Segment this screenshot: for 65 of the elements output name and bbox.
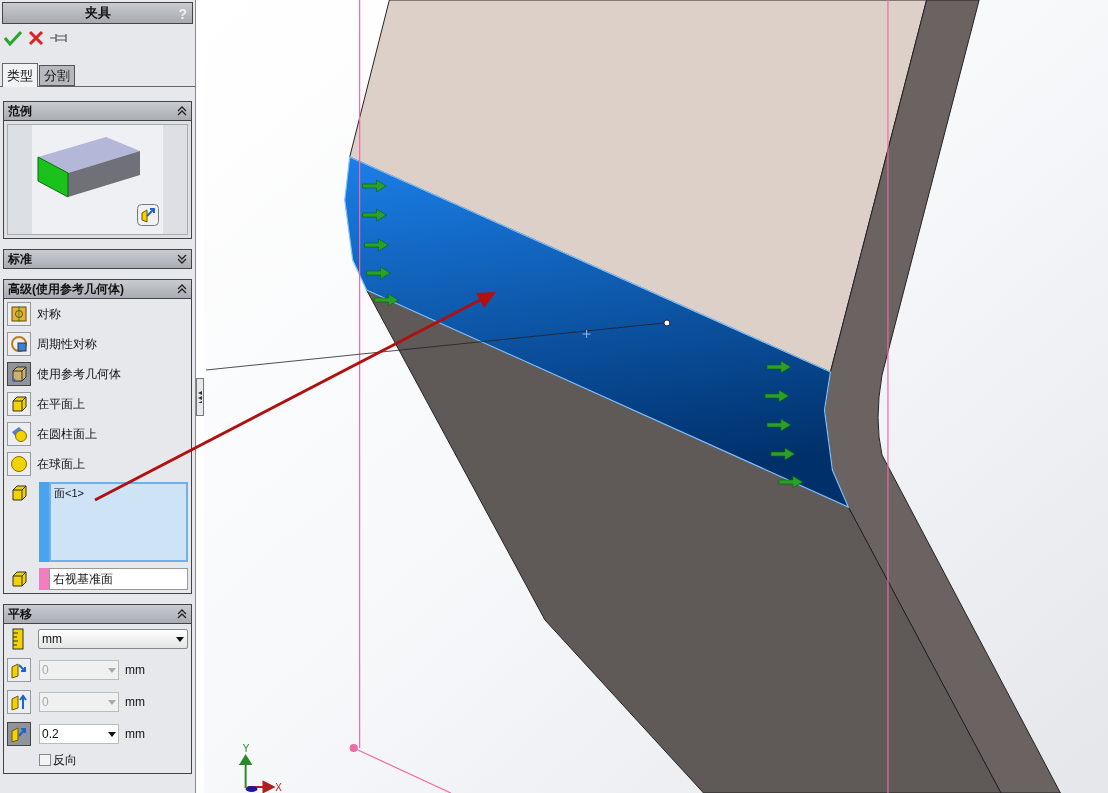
tab[interactable]: 分割 <box>39 65 75 86</box>
direction-toggle[interactable] <box>7 722 31 746</box>
dropdown-arrow-icon <box>108 731 116 737</box>
reference-plane-icon <box>10 570 28 588</box>
panel-collapse-handle[interactable] <box>196 377 204 416</box>
cube-icon <box>10 395 28 413</box>
sphere-icon <box>10 455 28 473</box>
option-toggle[interactable] <box>7 422 31 446</box>
pin-icon[interactable] <box>50 32 70 44</box>
ok-check-icon[interactable] <box>4 30 22 46</box>
collapse-icon[interactable] <box>177 609 187 619</box>
collapse-arrows-icon <box>198 389 202 404</box>
section-title: 标准 <box>8 251 32 268</box>
section-title: 平移 <box>8 606 32 623</box>
unit-dropdown[interactable]: mm <box>38 629 188 649</box>
option-toggle[interactable] <box>7 302 31 326</box>
collapse-icon[interactable] <box>177 106 187 116</box>
distance-field[interactable]: 0.2 <box>39 724 119 744</box>
face-arrow-icon <box>10 693 28 711</box>
reference-field[interactable]: 右视基准面 <box>49 568 188 590</box>
section-title: 高级(使用参考几何体) <box>8 281 124 298</box>
option-label[interactable]: 在球面上 <box>37 455 85 473</box>
unit-label: mm <box>125 662 145 679</box>
y-axis-label: Y <box>242 742 250 754</box>
face-arrow-icon <box>10 661 28 679</box>
cyclic-symmetry-icon <box>10 335 28 353</box>
face-selection-icon <box>10 484 28 502</box>
ruler-icon <box>12 628 24 650</box>
symmetry-icon <box>10 305 28 323</box>
option-label[interactable]: 对称 <box>37 305 61 323</box>
option-toggle[interactable] <box>7 332 31 356</box>
face-list-item[interactable]: 面<1> <box>54 485 183 502</box>
unit-value: mm <box>42 631 62 648</box>
selection-color-marker <box>39 568 49 590</box>
axis-triad-drawing <box>239 754 276 793</box>
reverse-label[interactable]: 反向 <box>53 751 77 769</box>
option-label[interactable]: 在平面上 <box>37 395 85 413</box>
face-selection-list[interactable]: 面<1> <box>49 482 188 562</box>
reference-geometry-icon <box>10 365 28 383</box>
option-toggle[interactable] <box>7 452 31 476</box>
collapse-icon[interactable] <box>177 284 187 294</box>
section-header[interactable]: 平移 <box>3 604 192 624</box>
cylinder-icon <box>10 425 28 443</box>
option-label[interactable]: 周期性对称 <box>37 335 97 353</box>
unit-label: mm <box>125 694 145 711</box>
face-arrow-icon <box>10 725 28 743</box>
panel-title: 夹具 <box>84 4 111 23</box>
section-header[interactable]: 标准 <box>3 249 192 269</box>
dropdown-arrow-icon <box>108 699 116 705</box>
reverse-checkbox[interactable] <box>39 754 51 766</box>
section-header[interactable]: 范例 <box>3 101 192 121</box>
tab[interactable]: 类型 <box>2 63 38 87</box>
dropdown-arrow-icon <box>176 636 184 642</box>
option-toggle[interactable] <box>7 362 31 386</box>
expand-icon[interactable] <box>177 254 187 264</box>
option-label[interactable]: 在圆柱面上 <box>37 425 97 443</box>
dropdown-arrow-icon <box>108 667 116 673</box>
unit-label: mm <box>125 726 145 743</box>
option-toggle[interactable] <box>7 392 31 416</box>
option-label[interactable]: 使用参考几何体 <box>37 365 121 383</box>
cancel-close-icon[interactable] <box>28 30 44 46</box>
face-direction-icon[interactable] <box>137 204 159 226</box>
section-header[interactable]: 高级(使用参考几何体) <box>3 279 192 299</box>
section-title: 范例 <box>8 103 32 120</box>
x-axis-label: X <box>275 781 282 793</box>
